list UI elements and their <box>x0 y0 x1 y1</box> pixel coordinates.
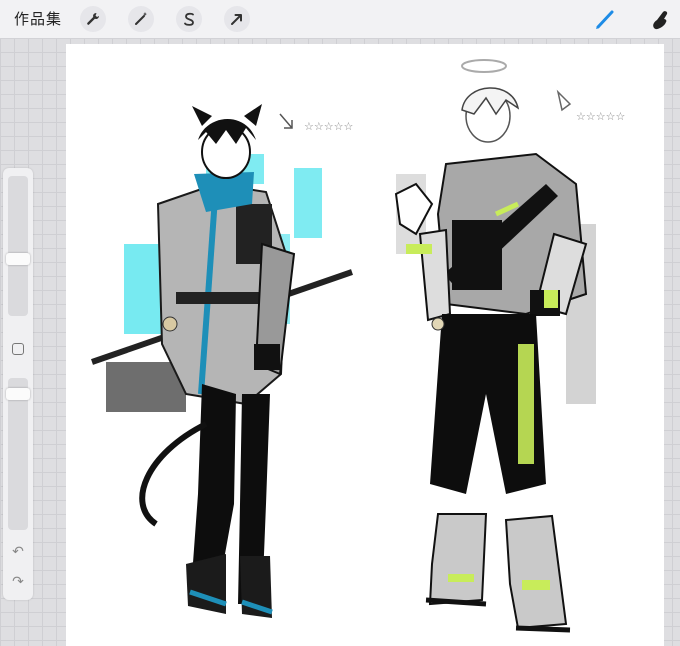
right-character-sketch: ☆☆☆☆☆ <box>394 59 625 633</box>
brush-size-slider[interactable] <box>6 176 30 316</box>
redo-icon[interactable]: ↷ <box>9 574 27 592</box>
adjustments-button[interactable] <box>128 6 154 32</box>
smudge-finger-icon <box>653 11 668 30</box>
opacity-slider[interactable] <box>6 378 30 530</box>
drawing-canvas[interactable]: ☆☆☆☆☆ ☆☆☆☆☆ <box>66 44 664 646</box>
arrow-cursor-icon <box>231 14 242 25</box>
brush-icon <box>596 10 614 29</box>
svg-text:☆☆☆☆☆: ☆☆☆☆☆ <box>576 110 625 123</box>
undo-icon[interactable]: ↶ <box>9 544 27 562</box>
actions-button[interactable] <box>80 6 106 32</box>
selection-s-icon <box>184 12 194 26</box>
brush-tool-button[interactable] <box>592 6 618 32</box>
gallery-button[interactable]: 作品集 <box>14 8 62 29</box>
magic-wand-icon <box>135 12 147 25</box>
opacity-thumb[interactable] <box>6 388 30 400</box>
wrench-icon <box>87 13 100 25</box>
selection-button[interactable] <box>176 6 202 32</box>
brush-size-thumb[interactable] <box>6 253 30 265</box>
svg-text:☆☆☆☆☆: ☆☆☆☆☆ <box>304 120 353 133</box>
modify-button[interactable] <box>12 343 24 355</box>
smudge-tool-button[interactable] <box>648 6 674 32</box>
left-character-sketch: ☆☆☆☆☆ <box>91 104 353 618</box>
transform-button[interactable] <box>224 6 250 32</box>
left-sidebar: ↶ ↷ <box>3 168 33 600</box>
top-toolbar: 作品集 <box>0 0 680 39</box>
character-sketch-artwork: ☆☆☆☆☆ ☆☆☆☆☆ <box>91 59 625 633</box>
